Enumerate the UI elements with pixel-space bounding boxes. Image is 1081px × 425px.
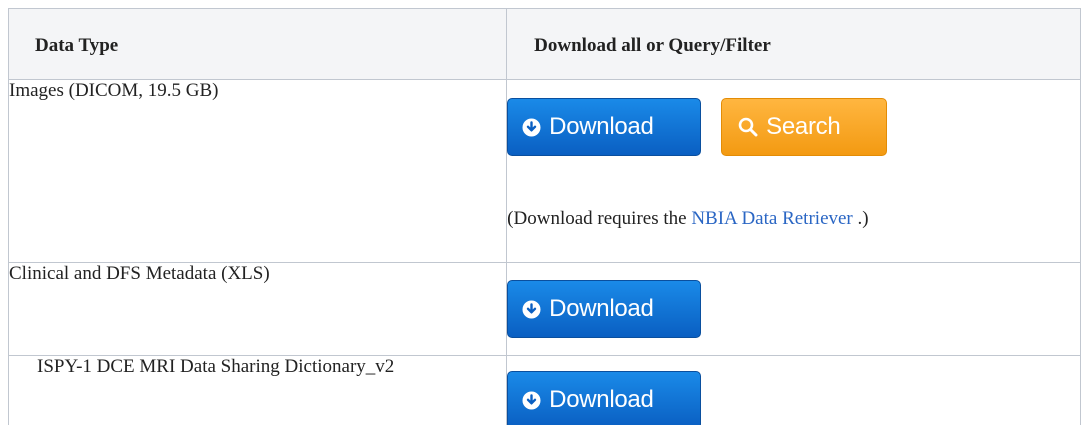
download-icon (522, 118, 541, 137)
search-images-button[interactable]: Search (721, 98, 888, 156)
download-label: Download (549, 386, 654, 413)
search-label: Search (766, 113, 841, 140)
button-group: Download Search (507, 98, 1080, 156)
table-header-row: Data Type Download all or Query/Filter (7, 8, 1081, 80)
note-suffix: .) (852, 208, 869, 229)
download-dictionary-button[interactable]: Download (507, 371, 702, 425)
download-requirement-note: (Download requires the NBIA Data Retriev… (507, 208, 1080, 230)
data-type-cell: Images (DICOM, 19.5 GB) (7, 79, 508, 263)
download-clinical-button[interactable]: Download (507, 280, 702, 338)
actions-cell: Download Search (Download requires the N… (506, 79, 1081, 263)
data-access-table: Data Type Download all or Query/Filter I… (7, 8, 1081, 425)
nbia-data-retriever-link[interactable]: NBIA Data Retriever (691, 208, 852, 229)
data-type-cell: Clinical and DFS Metadata (XLS) (7, 262, 508, 356)
header-data-type: Data Type (7, 8, 508, 80)
download-label: Download (549, 113, 654, 140)
table-row: ISPY-1 DCE MRI Data Sharing Dictionary_v… (7, 355, 1081, 425)
search-icon (738, 117, 758, 137)
actions-cell: Download (506, 355, 1081, 425)
data-type-cell: ISPY-1 DCE MRI Data Sharing Dictionary_v… (7, 355, 508, 425)
note-prefix: (Download requires the (507, 208, 692, 229)
actions-cell: Download (506, 262, 1081, 356)
table-row: Images (DICOM, 19.5 GB) Download Search … (7, 79, 1081, 263)
table-row: Clinical and DFS Metadata (XLS) Download (7, 262, 1081, 356)
download-label: Download (549, 295, 654, 322)
data-access-panel: Data Type Download all or Query/Filter I… (0, 0, 1081, 425)
download-icon (522, 300, 541, 319)
download-images-button[interactable]: Download (507, 98, 702, 156)
header-download-query: Download all or Query/Filter (506, 8, 1081, 80)
download-icon (522, 391, 541, 410)
